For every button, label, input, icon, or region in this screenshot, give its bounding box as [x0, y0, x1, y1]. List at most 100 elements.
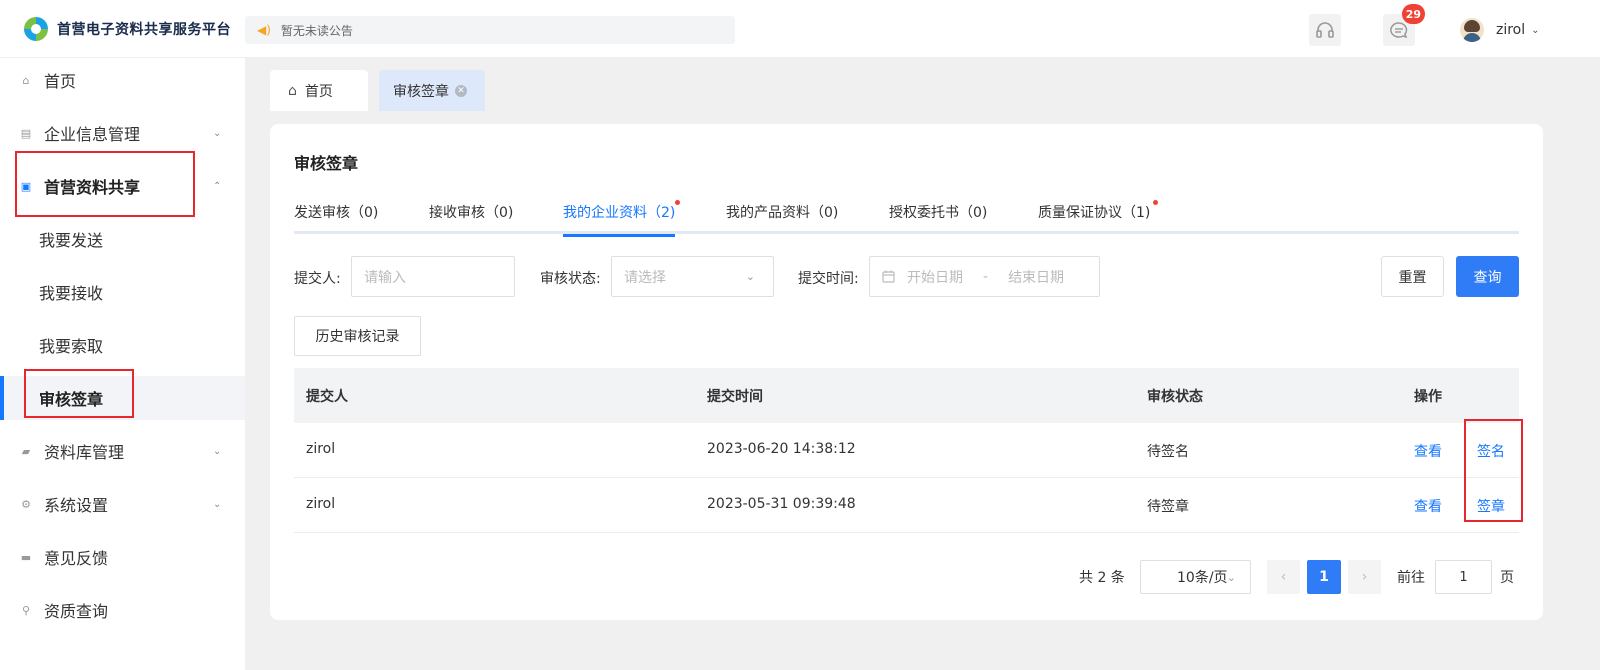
page-title: 审核签章	[294, 154, 359, 173]
view-link[interactable]: 查看	[1414, 441, 1442, 461]
home-icon: ⌂	[288, 82, 297, 99]
query-button[interactable]: 查询	[1456, 256, 1519, 297]
view-link[interactable]: 查看	[1414, 496, 1442, 516]
sidebar-item-qualification[interactable]: ⚲ 资质查询	[0, 588, 245, 632]
message-icon	[1390, 22, 1408, 39]
headset-icon	[1316, 22, 1334, 38]
end-date: 结束日期	[1008, 269, 1065, 286]
table-header: 提交人 提交时间 审核状态 操作	[294, 368, 1519, 423]
page-size-select[interactable]: 10条/页 ⌄	[1140, 560, 1251, 594]
time-label: 提交时间:	[798, 271, 859, 287]
message-button[interactable]: 29	[1383, 4, 1425, 46]
feedback-icon: ▬	[20, 550, 32, 564]
tab-quality-agreement[interactable]: 质量保证协议（1)	[1038, 200, 1159, 234]
sidebar-item-label: 意见反馈	[44, 549, 109, 568]
tab-send-review[interactable]: 发送审核（0)	[294, 202, 378, 234]
chevron-down-icon: ⌄	[745, 270, 755, 283]
table-row: zirol 2023-05-31 09:39:48 待签章 查看 签章	[294, 478, 1519, 533]
goto-label: 前往	[1397, 570, 1425, 586]
highlight-box-actions	[1464, 419, 1523, 522]
sidebar-item-label: 资质查询	[44, 602, 109, 621]
chevron-right-icon: ›	[1361, 569, 1368, 585]
chevron-down-icon: ⌄	[1531, 24, 1540, 36]
main-card: 审核签章 发送审核（0) 接收审核（0) 我的企业资料（2) 我的产品资料（0)…	[270, 124, 1543, 620]
sidebar: ⌂ 首页 ▤ 企业信息管理 ⌄ ▣ 首营资料共享 ⌃ 我要发送 我要接收 我要索…	[0, 58, 245, 670]
sidebar-item-label: 我要接收	[39, 284, 104, 303]
cell-submitter: zirol	[306, 441, 336, 457]
folder-icon: ▰	[21, 444, 31, 458]
search-icon: ⚲	[21, 603, 31, 617]
sidebar-item-settings[interactable]: ⚙ 系统设置 ⌄	[0, 482, 245, 526]
column-header: 操作	[1414, 389, 1442, 405]
calendar-icon	[882, 270, 895, 283]
page-number-current[interactable]: 1	[1307, 560, 1341, 594]
user-name: zirol	[1496, 22, 1526, 38]
cell-time: 2023-06-20 14:38:12	[707, 441, 856, 457]
sidebar-item-label: 我要索取	[39, 337, 104, 356]
highlight-box-share	[15, 151, 195, 217]
message-count-badge: 29	[1401, 4, 1425, 24]
tab-my-enterprise[interactable]: 我的企业资料（2)	[563, 200, 681, 237]
tab-my-products[interactable]: 我的产品资料（0)	[726, 202, 838, 234]
sidebar-item-label: 首页	[44, 72, 77, 91]
date-range-picker[interactable]: 开始日期 - 结束日期	[869, 256, 1100, 297]
sidebar-item-label: 我要发送	[39, 231, 104, 250]
table-row: zirol 2023-06-20 14:38:12 待签名 查看 签名	[294, 423, 1519, 478]
chevron-down-icon: ⌄	[213, 498, 222, 510]
sidebar-item-label: 资料库管理	[44, 443, 125, 462]
cell-time: 2023-05-31 09:39:48	[707, 496, 856, 512]
start-date: 开始日期	[907, 269, 963, 286]
headset-button[interactable]	[1309, 14, 1341, 46]
submitter-label: 提交人:	[294, 271, 341, 287]
sidebar-item-label: 企业信息管理	[44, 125, 141, 144]
column-header: 提交人	[306, 389, 348, 405]
chevron-down-icon: ⌄	[1226, 570, 1236, 584]
status-label: 审核状态:	[540, 271, 601, 287]
reset-button[interactable]: 重置	[1381, 256, 1444, 297]
sidebar-item-library[interactable]: ▰ 资料库管理 ⌄	[0, 429, 245, 473]
history-button[interactable]: 历史审核记录	[294, 316, 421, 356]
sidebar-item-feedback[interactable]: ▬ 意见反馈	[0, 535, 245, 579]
avatar	[1460, 18, 1484, 42]
chevron-down-icon: ⌄	[213, 445, 222, 457]
column-header: 审核状态	[1147, 389, 1203, 405]
range-separator: -	[983, 268, 989, 285]
sidebar-item-home[interactable]: ⌂ 首页	[0, 58, 245, 102]
unread-dot	[1153, 200, 1159, 205]
sidebar-item-enterprise-info[interactable]: ▤ 企业信息管理 ⌄	[0, 111, 245, 155]
submitter-input[interactable]: 请输入	[351, 256, 515, 297]
speaker-icon: ◀)	[257, 23, 271, 37]
tab-review-sign[interactable]: 审核签章 ✕	[379, 70, 485, 111]
close-icon[interactable]: ✕	[455, 84, 467, 97]
sidebar-item-label: 系统设置	[44, 496, 109, 515]
tab-bar: 发送审核（0) 接收审核（0) 我的企业资料（2) 我的产品资料（0) 授权委托…	[294, 200, 1519, 237]
sidebar-item-send[interactable]: 我要发送	[0, 217, 245, 261]
goto-unit: 页	[1500, 570, 1514, 586]
tab-home[interactable]: ⌂ 首页	[270, 70, 368, 111]
cell-status: 待签章	[1147, 499, 1189, 515]
goto-page-input[interactable]: 1	[1435, 560, 1492, 594]
user-menu[interactable]: zirol ⌄	[1460, 18, 1540, 42]
logo[interactable]: 首营电子资料共享服务平台	[24, 17, 231, 41]
next-page-button[interactable]: ›	[1348, 560, 1381, 594]
logo-icon	[24, 17, 48, 41]
chevron-up-icon: ⌃	[213, 180, 222, 192]
tab-home-label: 首页	[304, 83, 333, 100]
pagination-total: 共 2 条	[1079, 570, 1125, 586]
chevron-left-icon: ‹	[1280, 569, 1287, 585]
top-header: 首营电子资料共享服务平台 ◀) 暂无未读公告 29 zirol ⌄	[0, 0, 1600, 58]
sidebar-item-request[interactable]: 我要索取	[0, 323, 245, 367]
notice-text: 暂无未读公告	[280, 23, 353, 38]
home-icon: ⌂	[22, 73, 30, 87]
highlight-box-review-sign	[24, 369, 134, 418]
sidebar-item-receive[interactable]: 我要接收	[0, 270, 245, 314]
cell-submitter: zirol	[306, 496, 336, 512]
tab-authorization[interactable]: 授权委托书（0)	[889, 202, 987, 234]
prev-page-button[interactable]: ‹	[1267, 560, 1300, 594]
chevron-down-icon: ⌄	[213, 127, 222, 139]
status-select[interactable]: 请选择 ⌄	[611, 256, 774, 297]
tab-review-sign-label: 审核签章	[393, 83, 449, 100]
column-header: 提交时间	[707, 389, 763, 405]
notice-bar[interactable]: ◀) 暂无未读公告	[245, 16, 735, 44]
tab-receive-review[interactable]: 接收审核（0)	[429, 202, 513, 234]
